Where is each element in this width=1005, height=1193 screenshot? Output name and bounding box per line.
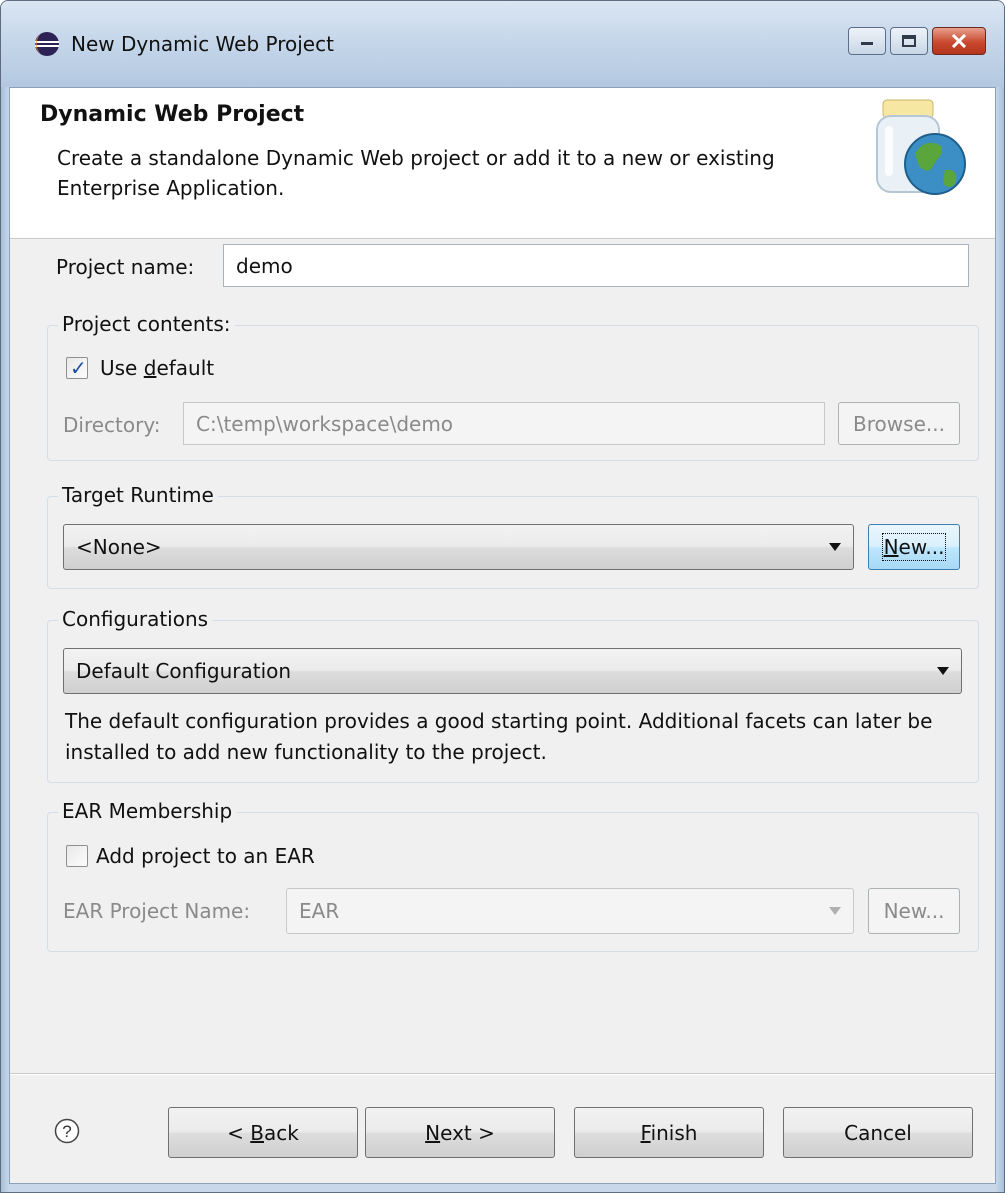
configurations-description: The default configuration provides a goo… <box>65 709 933 764</box>
target-runtime-value: <None> <box>76 535 162 559</box>
checkmark-icon: ✓ <box>70 356 87 380</box>
chevron-down-icon <box>829 543 841 551</box>
footer-separator <box>10 1073 995 1075</box>
configurations-value: Default Configuration <box>76 659 292 683</box>
close-button[interactable] <box>932 27 986 55</box>
cancel-label: Cancel <box>844 1120 912 1145</box>
ear-project-name-value: EAR <box>299 899 340 923</box>
project-name-label: Project name: <box>56 255 195 279</box>
project-contents-title: Project contents: <box>58 312 235 336</box>
add-to-ear-label[interactable]: Add project to an EAR <box>96 844 315 868</box>
ear-project-name-label: EAR Project Name: <box>63 899 251 923</box>
eclipse-icon <box>35 32 59 56</box>
directory-label: Directory: <box>63 413 161 437</box>
ear-membership-title: EAR Membership <box>58 799 237 823</box>
target-runtime-select[interactable]: <None> <box>63 524 854 570</box>
project-name-input[interactable]: demo <box>223 244 969 287</box>
banner-description: Create a standalone Dynamic Web project … <box>57 146 775 200</box>
browse-button[interactable]: Browse... <box>838 402 960 445</box>
target-runtime-new-label: New... <box>881 533 947 561</box>
finish-label: Finish <box>640 1120 698 1145</box>
directory-input[interactable]: C:\temp\workspace\demo <box>183 402 825 445</box>
chevron-down-icon <box>937 667 949 675</box>
close-icon <box>951 34 967 48</box>
configurations-select[interactable]: Default Configuration <box>63 648 962 694</box>
browse-label: Browse... <box>853 411 945 436</box>
use-default-label[interactable]: Use default <box>100 356 214 380</box>
banner-title: Dynamic Web Project <box>40 102 305 127</box>
title-bar[interactable]: New Dynamic Web Project <box>1 1 1004 87</box>
svg-text:?: ? <box>62 1122 71 1141</box>
web-project-jar-icon <box>876 99 966 195</box>
directory-value: C:\temp\workspace\demo <box>196 411 454 436</box>
ear-new-label: New... <box>883 899 945 923</box>
configurations-title: Configurations <box>58 607 213 631</box>
maximize-icon <box>902 35 916 47</box>
back-label: < Back <box>227 1120 299 1145</box>
next-label: Next > <box>425 1120 495 1145</box>
use-default-checkbox[interactable]: ✓ <box>66 356 88 380</box>
window-title: New Dynamic Web Project <box>71 32 334 56</box>
target-runtime-new-button[interactable]: New... <box>868 524 960 570</box>
minimize-icon <box>861 42 873 45</box>
back-button[interactable]: < Back <box>168 1107 358 1158</box>
ear-new-button[interactable]: New... <box>868 888 960 934</box>
ear-project-name-select[interactable]: EAR <box>286 888 854 934</box>
next-button[interactable]: Next > <box>365 1107 555 1158</box>
add-to-ear-checkbox[interactable] <box>66 845 88 867</box>
dialog-content: Dynamic Web Project Create a standalone … <box>9 87 996 1184</box>
maximize-button[interactable] <box>890 27 928 55</box>
wizard-banner: Dynamic Web Project Create a standalone … <box>10 88 995 239</box>
minimize-button[interactable] <box>848 27 886 55</box>
finish-button[interactable]: Finish <box>574 1107 764 1158</box>
dialog-window: New Dynamic Web Project Dynamic Web Proj… <box>0 0 1005 1193</box>
project-name-value: demo <box>236 253 293 278</box>
target-runtime-title: Target Runtime <box>58 483 218 507</box>
chevron-down-icon <box>829 907 841 915</box>
window-controls <box>848 27 986 55</box>
cancel-button[interactable]: Cancel <box>783 1107 973 1158</box>
help-icon[interactable]: ? <box>54 1118 80 1144</box>
